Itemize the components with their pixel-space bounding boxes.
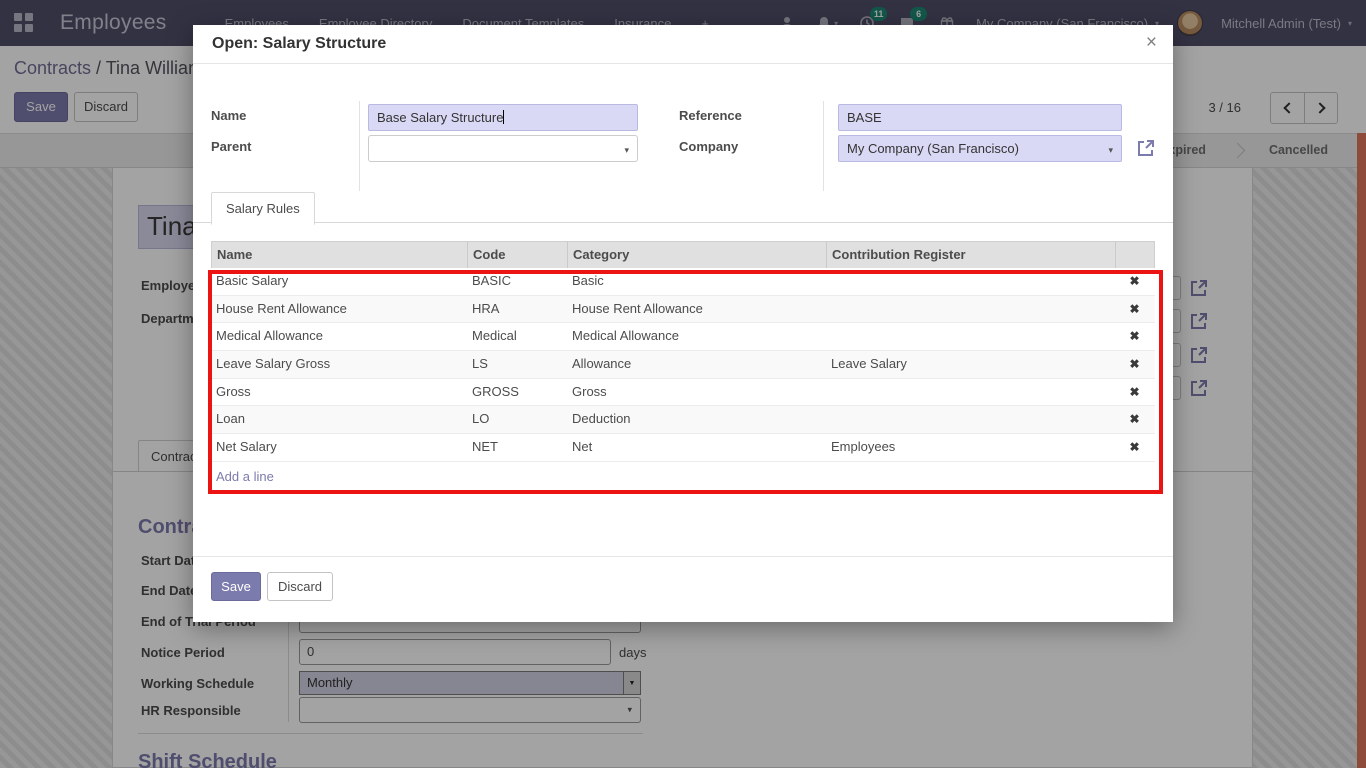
column-header-register[interactable]: Contribution Register bbox=[827, 242, 1116, 268]
modal-footer-divider bbox=[193, 556, 1173, 557]
cell-category[interactable]: Medical Allowance bbox=[567, 323, 826, 350]
reference-label: Reference bbox=[679, 108, 742, 123]
cell-register[interactable] bbox=[826, 323, 1115, 350]
parent-label: Parent bbox=[211, 139, 251, 154]
cell-register[interactable]: Employees bbox=[826, 434, 1115, 461]
annotation-red-strip bbox=[1357, 133, 1366, 768]
column-header-actions bbox=[1116, 242, 1154, 268]
cell-category[interactable]: Allowance bbox=[567, 351, 826, 378]
cell-register[interactable] bbox=[826, 296, 1115, 323]
cell-name[interactable]: Basic Salary bbox=[211, 268, 467, 295]
table-row[interactable]: Medical Allowance Medical Medical Allowa… bbox=[211, 323, 1155, 351]
cell-code[interactable]: Medical bbox=[467, 323, 567, 350]
field-column-divider bbox=[823, 101, 824, 191]
field-column-divider bbox=[359, 101, 360, 191]
caret-down-icon: ▾ bbox=[1108, 145, 1113, 156]
cell-code[interactable]: NET bbox=[467, 434, 567, 461]
modal-tab-strip-line bbox=[193, 222, 1173, 223]
modal-title: Open: Salary Structure bbox=[212, 35, 386, 53]
cell-category[interactable]: Basic bbox=[567, 268, 826, 295]
company-dropdown-value: My Company (San Francisco) bbox=[847, 141, 1019, 156]
modal-save-button[interactable]: Save bbox=[211, 572, 261, 601]
table-header-row: Name Code Category Contribution Register bbox=[211, 241, 1155, 268]
cell-name[interactable]: Medical Allowance bbox=[211, 323, 467, 350]
cell-name[interactable]: House Rent Allowance bbox=[211, 296, 467, 323]
cell-code[interactable]: BASIC bbox=[467, 268, 567, 295]
delete-row-icon[interactable]: ✖ bbox=[1129, 357, 1139, 371]
column-header-name[interactable]: Name bbox=[212, 242, 468, 268]
cell-name[interactable]: Net Salary bbox=[211, 434, 467, 461]
table-row[interactable]: Gross GROSS Gross ✖ bbox=[211, 379, 1155, 407]
cell-code[interactable]: LO bbox=[467, 406, 567, 433]
delete-row-icon[interactable]: ✖ bbox=[1129, 412, 1139, 426]
company-label: Company bbox=[679, 139, 738, 154]
cell-category[interactable]: Deduction bbox=[567, 406, 826, 433]
cell-register[interactable] bbox=[826, 268, 1115, 295]
company-dropdown[interactable]: My Company (San Francisco) ▾ bbox=[838, 135, 1122, 162]
reference-input-value: BASE bbox=[847, 110, 882, 125]
delete-row-icon[interactable]: ✖ bbox=[1129, 302, 1139, 316]
external-link-icon[interactable] bbox=[1136, 138, 1156, 158]
name-input[interactable]: Base Salary Structure bbox=[368, 104, 638, 131]
table-row[interactable]: Leave Salary Gross LS Allowance Leave Sa… bbox=[211, 351, 1155, 379]
salary-structure-modal: Open: Salary Structure × Name Parent Ref… bbox=[193, 25, 1173, 622]
modal-discard-button[interactable]: Discard bbox=[267, 572, 333, 601]
cell-name[interactable]: Gross bbox=[211, 379, 467, 406]
text-cursor bbox=[503, 110, 504, 124]
cell-name[interactable]: Leave Salary Gross bbox=[211, 351, 467, 378]
cell-category[interactable]: House Rent Allowance bbox=[567, 296, 826, 323]
cell-category[interactable]: Gross bbox=[567, 379, 826, 406]
table-row[interactable]: Basic Salary BASIC Basic ✖ bbox=[211, 268, 1155, 296]
cell-register[interactable] bbox=[826, 379, 1115, 406]
cell-register[interactable]: Leave Salary bbox=[826, 351, 1115, 378]
table-row[interactable]: Loan LO Deduction ✖ bbox=[211, 406, 1155, 434]
reference-input[interactable]: BASE bbox=[838, 104, 1122, 131]
delete-row-icon[interactable]: ✖ bbox=[1129, 440, 1139, 454]
close-icon[interactable]: × bbox=[1146, 33, 1157, 53]
delete-row-icon[interactable]: ✖ bbox=[1129, 274, 1139, 288]
parent-dropdown[interactable]: ▾ bbox=[368, 135, 638, 162]
table-row[interactable]: House Rent Allowance HRA House Rent Allo… bbox=[211, 296, 1155, 324]
cell-register[interactable] bbox=[826, 406, 1115, 433]
cell-category[interactable]: Net bbox=[567, 434, 826, 461]
cell-code[interactable]: LS bbox=[467, 351, 567, 378]
table-row[interactable]: Net Salary NET Net Employees ✖ bbox=[211, 434, 1155, 462]
cell-code[interactable]: HRA bbox=[467, 296, 567, 323]
add-line-row: Add a line bbox=[211, 462, 1155, 490]
column-header-code[interactable]: Code bbox=[468, 242, 568, 268]
name-input-value: Base Salary Structure bbox=[377, 110, 503, 125]
screen: Employees Employees Employee Directory D… bbox=[0, 0, 1366, 768]
delete-row-icon[interactable]: ✖ bbox=[1129, 385, 1139, 399]
salary-rules-table: Name Code Category Contribution Register… bbox=[211, 241, 1155, 490]
column-header-category[interactable]: Category bbox=[568, 242, 827, 268]
caret-down-icon: ▾ bbox=[624, 145, 629, 156]
delete-row-icon[interactable]: ✖ bbox=[1129, 329, 1139, 343]
modal-header: Open: Salary Structure × bbox=[193, 25, 1173, 64]
name-label: Name bbox=[211, 108, 246, 123]
tab-salary-rules[interactable]: Salary Rules bbox=[211, 192, 315, 225]
cell-code[interactable]: GROSS bbox=[467, 379, 567, 406]
cell-name[interactable]: Loan bbox=[211, 406, 467, 433]
add-a-line-link[interactable]: Add a line bbox=[216, 469, 274, 484]
